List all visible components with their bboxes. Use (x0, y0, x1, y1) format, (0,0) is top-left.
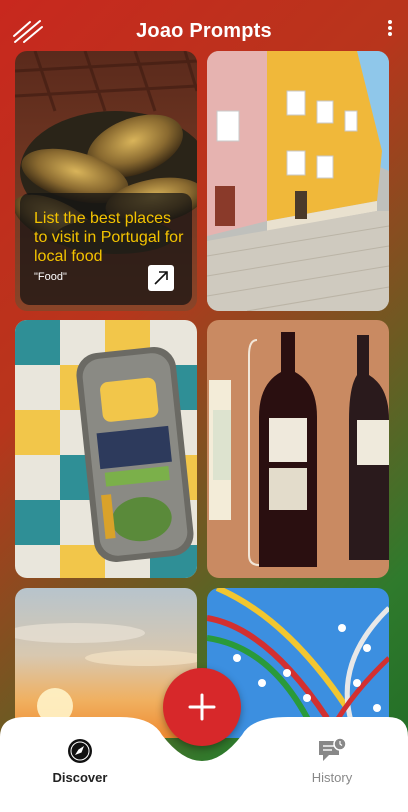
nav-discover-label: Discover (52, 770, 108, 785)
prompt-card-sardines[interactable] (15, 320, 197, 578)
page-title: Joao Prompts (136, 20, 272, 42)
prompt-card-wine[interactable] (207, 320, 389, 578)
wine-bottles-image (207, 320, 389, 578)
more-vertical-icon (386, 20, 394, 36)
add-prompt-button[interactable] (163, 668, 241, 746)
compass-icon (68, 739, 92, 763)
open-prompt-button[interactable] (148, 265, 174, 291)
plus-icon (188, 693, 216, 721)
prompt-card-food[interactable]: List the best places to visit in Portuga… (15, 51, 197, 311)
external-link-icon (154, 271, 168, 285)
history-icon (319, 737, 347, 761)
more-options-button[interactable] (386, 20, 394, 40)
app-header: Joao Prompts (0, 0, 408, 50)
sardine-tin-image (15, 320, 197, 578)
street-image (207, 51, 389, 311)
prompt-tag: "Food" (34, 271, 67, 283)
prompt-overlay: List the best places to visit in Portuga… (20, 193, 192, 305)
prompt-title: List the best places to visit in Portuga… (34, 210, 184, 265)
nav-history-label: History (311, 770, 353, 785)
prompt-card-street[interactable] (207, 51, 389, 311)
